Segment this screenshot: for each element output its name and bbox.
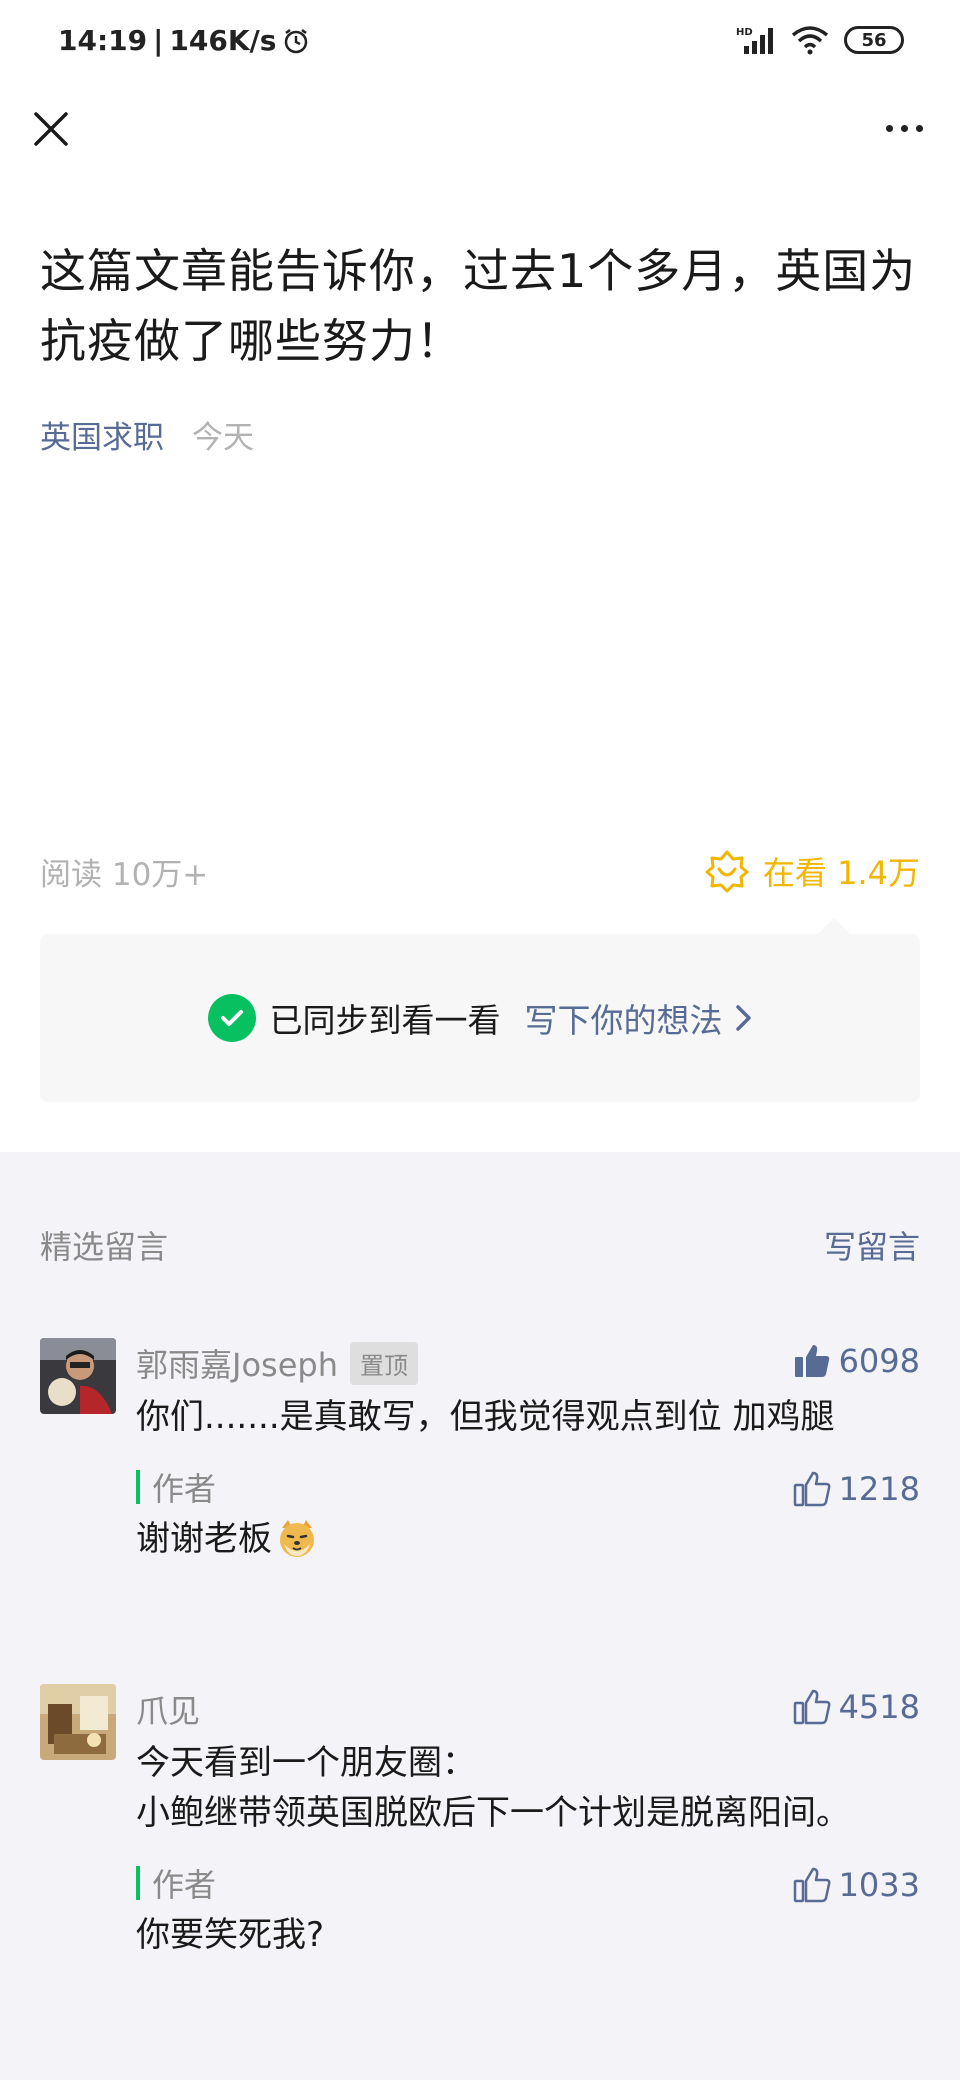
write-thought-label: 写下你的想法 <box>524 1001 723 1040</box>
reply-like-button[interactable]: 1033 <box>793 1866 920 1904</box>
write-comment-button[interactable]: 写留言 <box>824 1222 920 1268</box>
nav-bar <box>0 90 960 170</box>
like-count: 4518 <box>838 1688 920 1726</box>
account-name[interactable]: 英国求职 <box>40 412 164 457</box>
status-divider: | <box>153 24 164 57</box>
alarm-icon <box>285 28 308 53</box>
reply-bar <box>136 1866 140 1900</box>
comments-header: 精选留言 写留言 <box>40 1222 920 1268</box>
sync-text: 已同步到看一看 <box>269 1001 501 1040</box>
comment-author[interactable]: 爪见 <box>136 1686 200 1732</box>
chevron-right-icon <box>735 1005 751 1031</box>
comments-area: 精选留言 写留言 郭雨嘉Joseph 置顶 6098 你们.......是真敢写… <box>0 1152 960 2080</box>
looking-icon <box>705 850 749 893</box>
more-button[interactable] <box>876 108 932 148</box>
comment-author[interactable]: 郭雨嘉Joseph <box>136 1340 338 1386</box>
article-meta: 英国求职 今天 <box>40 412 254 457</box>
more-dot <box>915 124 923 132</box>
reply-text: 你要笑死我? <box>136 1910 920 1960</box>
like-count: 6098 <box>838 1342 920 1380</box>
check-icon <box>207 994 256 1042</box>
svg-text:HD: HD <box>736 27 753 38</box>
more-dot <box>885 124 893 132</box>
read-row: 阅读 10万+ 在看 1.4万 <box>40 846 920 896</box>
close-button[interactable] <box>28 106 74 152</box>
like-button[interactable]: 4518 <box>793 1688 920 1726</box>
comment-text-line: 小鲍继带领英国脱欧后下一个计划是脱离阳间。 <box>136 1793 850 1833</box>
looking-button[interactable]: 在看 1.4万 <box>705 848 920 894</box>
thumb-up-filled-icon <box>794 1345 829 1377</box>
comment-text: 今天看到一个朋友圈： 小鲍继带领英国脱欧后下一个计划是脱离阳间。 <box>136 1738 920 1838</box>
like-button[interactable]: 6098 <box>793 1342 920 1380</box>
write-thought-link[interactable]: 写下你的想法 <box>525 994 753 1042</box>
wifi-icon <box>791 26 829 55</box>
reply-like-count: 1033 <box>838 1866 920 1904</box>
reply-bar <box>136 1470 140 1504</box>
looking-label: 在看 1.4万 <box>762 854 920 892</box>
thumb-up-icon <box>793 1867 830 1903</box>
comment-body: 爪见 4518 今天看到一个朋友圈： 小鲍继带领英国脱欧后下一个计划是脱离阳间。… <box>136 1684 920 1960</box>
article-date: 今天 <box>192 420 254 456</box>
status-time: 14:19 <box>58 24 148 57</box>
comment-text-line: 今天看到一个朋友圈： <box>136 1743 476 1783</box>
comment-text: 你们.......是真敢写，但我觉得观点到位 加鸡腿 <box>136 1397 835 1437</box>
signal-icon: HD <box>736 27 773 54</box>
pinned-badge: 置顶 <box>349 1341 418 1385</box>
author-reply: 作者 1033 你要笑死我? <box>136 1860 920 1960</box>
battery-indicator: 56 <box>844 26 904 54</box>
comments-title: 精选留言 <box>40 1228 169 1266</box>
comment-body: 郭雨嘉Joseph 置顶 6098 你们.......是真敢写，但我觉得观点到位… <box>136 1338 920 1564</box>
doge-emoji-icon <box>280 1520 314 1557</box>
sync-box[interactable]: 已同步到看一看 写下你的想法 <box>40 918 920 1102</box>
close-icon <box>34 112 68 146</box>
reply-like-button[interactable]: 1218 <box>793 1470 920 1508</box>
status-left: 14:19 | 146K/s <box>58 24 310 57</box>
read-count: 阅读 10万+ <box>40 856 209 893</box>
reply-text-content: 谢谢老板 <box>136 1519 272 1559</box>
article-title: 这篇文章能告诉你，过去1个多月，英国为抗疫做了哪些努力！ <box>40 244 917 368</box>
thumb-up-icon <box>793 1689 830 1725</box>
status-speed: 146K/s <box>169 24 277 57</box>
reply-author-label: 作者 <box>152 1866 217 1904</box>
reply-like-count: 1218 <box>838 1470 920 1508</box>
avatar[interactable] <box>40 1338 116 1414</box>
avatar[interactable] <box>40 1684 116 1760</box>
reply-text-content: 你要笑死我? <box>136 1915 325 1955</box>
thumb-up-icon <box>793 1471 830 1507</box>
status-right: HD 56 <box>736 24 904 56</box>
more-dot <box>900 124 908 132</box>
reply-text: 谢谢老板 <box>136 1514 920 1564</box>
author-reply: 作者 1218 谢谢老板 <box>136 1464 920 1564</box>
reply-author-label: 作者 <box>152 1470 217 1508</box>
status-bar: 14:19 | 146K/s HD 56 <box>0 0 960 90</box>
